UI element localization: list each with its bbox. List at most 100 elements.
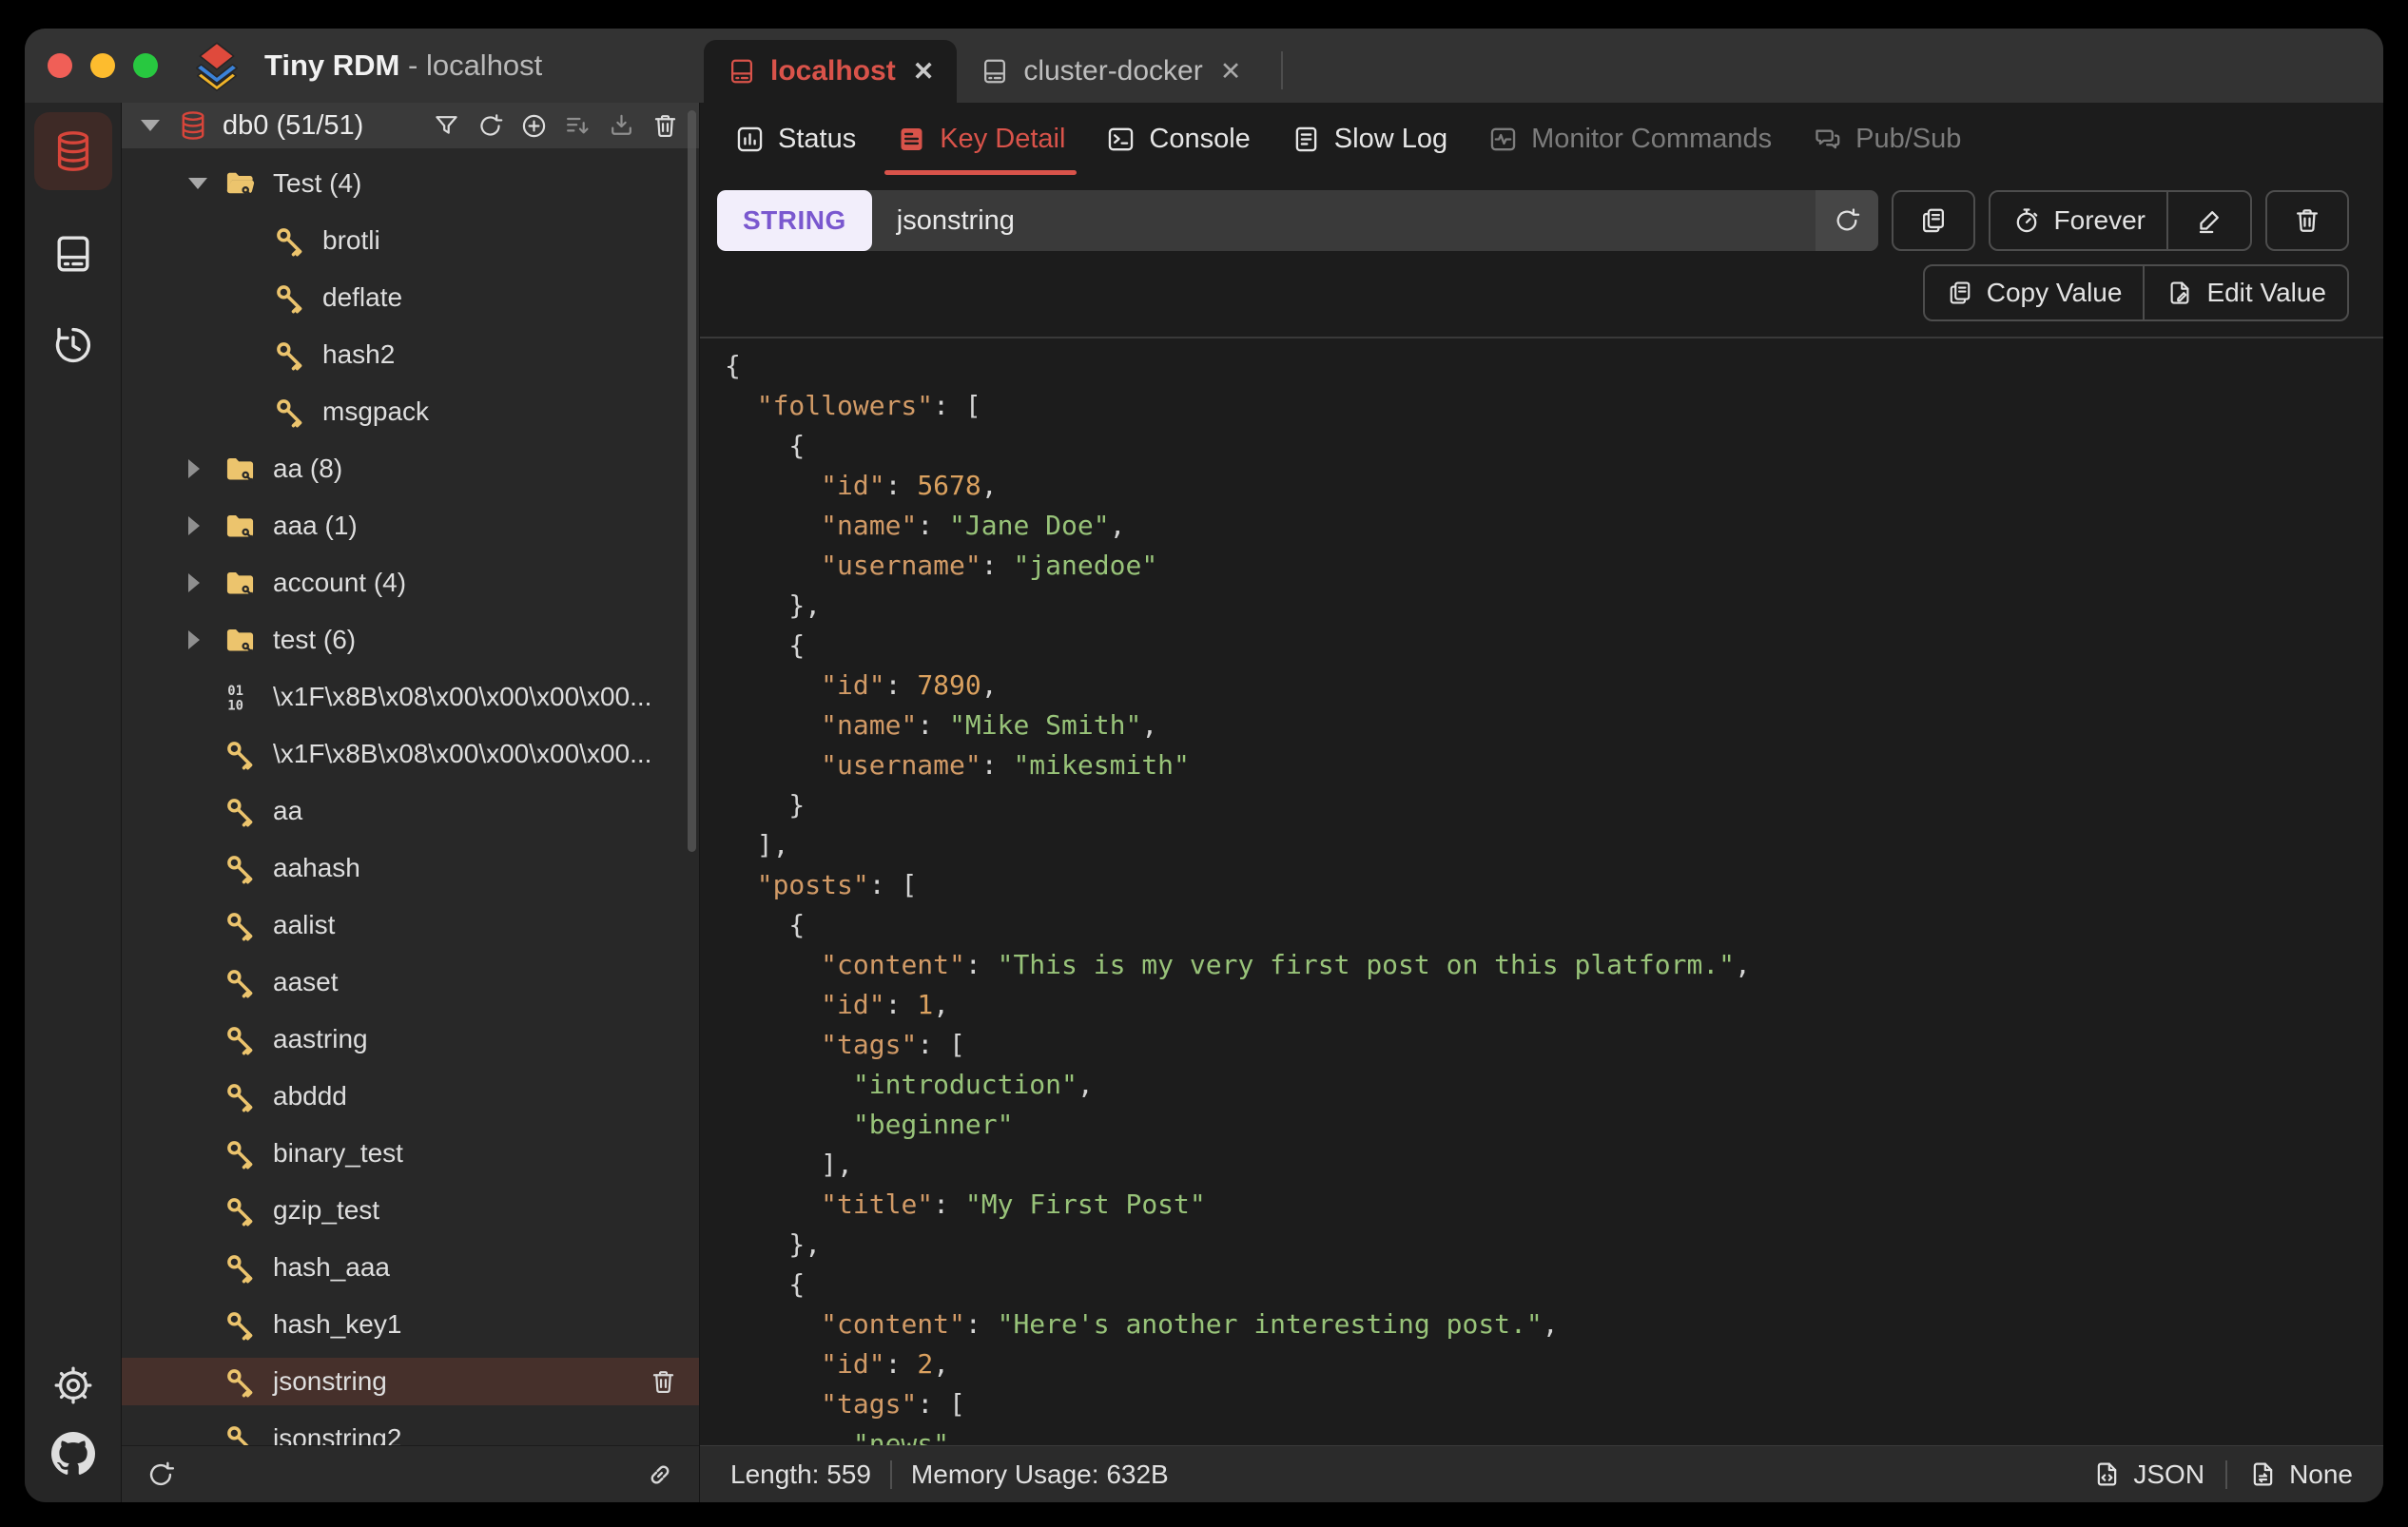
tree-item-brotli[interactable]: brotli xyxy=(122,217,699,264)
tree-item-x1Fx8Bx08x00x00x00x00[interactable]: \x1F\x8B\x08\x00\x00\x00\x00... xyxy=(122,730,699,778)
code-line: "beginner" xyxy=(852,1109,1014,1140)
reload-key-button[interactable] xyxy=(1815,190,1878,251)
import-keys-button[interactable] xyxy=(607,111,636,141)
key-detail-icon xyxy=(896,124,927,155)
view-as-select[interactable]: JSON xyxy=(2092,1459,2204,1490)
key-icon xyxy=(223,1022,258,1057)
key-icon xyxy=(272,395,307,430)
db-header[interactable]: db0 (51/51) xyxy=(122,103,699,148)
minimize-window-button[interactable] xyxy=(90,53,115,78)
flush-db-button[interactable] xyxy=(651,111,680,141)
decode-select[interactable]: None xyxy=(2248,1459,2353,1490)
tree-item-aa8[interactable]: aa (8) xyxy=(122,445,699,493)
history-nav[interactable] xyxy=(34,306,112,384)
caret-right-icon[interactable] xyxy=(188,516,200,535)
copy-key-name-button[interactable] xyxy=(1891,190,1975,251)
key-name-bar: STRING jsonstring xyxy=(717,190,1878,251)
key-icon xyxy=(272,338,307,373)
tree-item-Test4[interactable]: Test (4) xyxy=(122,160,699,207)
tree-item-hash2[interactable]: hash2 xyxy=(122,331,699,378)
link-button[interactable] xyxy=(644,1459,676,1491)
key-icon xyxy=(223,1250,258,1285)
code-line: }, xyxy=(725,1228,822,1260)
delete-selected-key-button[interactable] xyxy=(649,1367,678,1397)
delete-key-button[interactable] xyxy=(2265,190,2349,251)
tab-pub-sub[interactable]: Pub/Sub xyxy=(1795,103,1978,175)
tree-item-aahash[interactable]: aahash xyxy=(122,844,699,892)
reload-keys-button[interactable] xyxy=(145,1459,177,1491)
tab-status[interactable]: Status xyxy=(717,103,873,175)
sidebar-scrollbar[interactable] xyxy=(688,110,696,852)
tree-item-account4[interactable]: account (4) xyxy=(122,559,699,607)
tree-item-aa[interactable]: aa xyxy=(122,787,699,835)
code-line: } xyxy=(725,789,806,821)
tab-label: Console xyxy=(1149,123,1251,154)
code-line: "id": 5678, xyxy=(821,470,998,501)
ttl-button[interactable]: Forever xyxy=(1990,192,2166,249)
databases-nav[interactable] xyxy=(33,112,112,190)
tree-item-label: \x1F\x8B\x08\x00\x00\x00\x00... xyxy=(273,682,652,711)
tree-item-aaa1[interactable]: aaa (1) xyxy=(122,502,699,550)
code-line: "username": "mikesmith" xyxy=(821,749,1190,781)
flatten-list-button[interactable] xyxy=(563,111,592,141)
tree-item-msgpack[interactable]: msgpack xyxy=(122,388,699,435)
folder-icon xyxy=(223,623,258,658)
tab-key-detail[interactable]: Key Detail xyxy=(879,103,1082,175)
settings-button[interactable] xyxy=(51,1363,95,1407)
screen: Tiny RDM - localhost localhost ✕ cluster-d… xyxy=(0,0,2408,1527)
code-line: "id": 1, xyxy=(821,989,950,1020)
tree-item-label: aahash xyxy=(273,853,360,882)
tree-item-aaset[interactable]: aaset xyxy=(122,958,699,1006)
tree-item-hash_aaa[interactable]: hash_aaa xyxy=(122,1244,699,1291)
close-window-button[interactable] xyxy=(48,53,72,78)
zoom-window-button[interactable] xyxy=(133,53,158,78)
tree-item-jsonstring[interactable]: jsonstring xyxy=(122,1358,699,1405)
key-name-input[interactable]: jsonstring xyxy=(872,205,1816,237)
tab-monitor-commands[interactable]: Monitor Commands xyxy=(1470,103,1789,175)
tree-item-gzip_test[interactable]: gzip_test xyxy=(122,1187,699,1234)
copy-value-button[interactable]: Copy Value xyxy=(1925,266,2144,319)
caret-right-icon[interactable] xyxy=(188,630,200,649)
db-collapse-caret-icon[interactable] xyxy=(141,120,160,131)
tree-item-aastring[interactable]: aastring xyxy=(122,1015,699,1063)
close-tab-icon[interactable]: ✕ xyxy=(1220,57,1242,87)
edit-value-button[interactable]: Edit Value xyxy=(2143,266,2347,319)
console-icon xyxy=(1105,124,1136,155)
key-icon xyxy=(223,965,258,1000)
stopwatch-icon xyxy=(2011,205,2042,236)
reload-db-button[interactable] xyxy=(476,111,505,141)
tree-item-binary_test[interactable]: binary_test xyxy=(122,1130,699,1177)
github-button[interactable] xyxy=(50,1432,95,1476)
connections-nav[interactable] xyxy=(34,215,112,293)
tree-item-hash_key1[interactable]: hash_key1 xyxy=(122,1301,699,1348)
connection-tab-cluster-docker[interactable]: cluster-docker ✕ xyxy=(957,40,1264,103)
refresh-icon xyxy=(1832,205,1862,236)
tree-item-x1Fx8Bx08x00x00x00x00[interactable]: 01 10 \x1F\x8B\x08\x00\x00\x00\x00... xyxy=(122,673,699,721)
tree-item-jsonstring2[interactable]: jsonstring2 xyxy=(122,1415,699,1445)
key-icon xyxy=(223,1421,258,1445)
add-key-button[interactable] xyxy=(519,111,549,141)
tab-label: Slow Log xyxy=(1333,123,1448,154)
close-tab-icon[interactable]: ✕ xyxy=(913,57,935,87)
code-line: "name": "Jane Doe", xyxy=(821,510,1126,541)
key-sidebar: db0 (51/51) Test (4) brotli deflate hash2 ms… xyxy=(122,103,700,1502)
connection-tab-localhost[interactable]: localhost ✕ xyxy=(704,40,958,103)
tab-label: Pub/Sub xyxy=(1855,123,1962,154)
tree-item-test6[interactable]: test (6) xyxy=(122,616,699,664)
tree-item-abddd[interactable]: abddd xyxy=(122,1073,699,1120)
caret-down-icon[interactable] xyxy=(188,178,207,189)
filter-keys-button[interactable] xyxy=(432,111,461,141)
caret-right-icon[interactable] xyxy=(188,459,200,478)
folder-icon xyxy=(223,452,258,487)
value-actions: Copy Value Edit Value xyxy=(700,264,2349,321)
json-value[interactable]: { "followers": [ { "id": 5678, "name": "… xyxy=(725,346,2359,1445)
tree-item-deflate[interactable]: deflate xyxy=(122,274,699,321)
binary-icon: 01 10 xyxy=(223,680,258,715)
tab-slow-log[interactable]: Slow Log xyxy=(1273,103,1465,175)
rename-key-button[interactable] xyxy=(2166,192,2250,249)
caret-right-icon[interactable] xyxy=(188,573,200,592)
value-viewer[interactable]: { "followers": [ { "id": 5678, "name": "… xyxy=(700,337,2383,1445)
tab-console[interactable]: Console xyxy=(1088,103,1267,175)
trash-icon xyxy=(2292,205,2322,236)
tree-item-aalist[interactable]: aalist xyxy=(122,901,699,949)
